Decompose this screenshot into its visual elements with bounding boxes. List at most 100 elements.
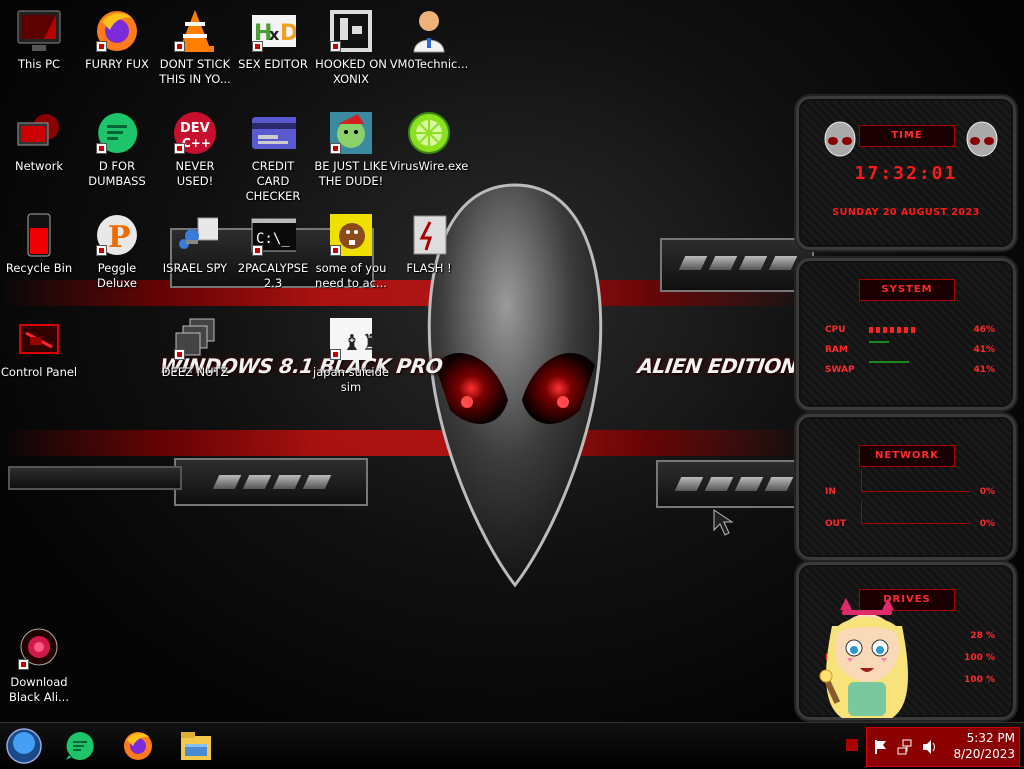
desktop-icon-vm0technic[interactable]: VM0Technic... <box>390 8 468 72</box>
icon-label: SEX EDITOR <box>238 57 308 71</box>
volume-icon[interactable] <box>921 739 939 755</box>
taskbar-firefox[interactable] <box>120 728 156 764</box>
desktop-icon-d-for-dumbass[interactable]: D FOR DUMBASS <box>78 110 156 189</box>
wallpaper-plate-top-right <box>660 238 814 292</box>
drive-value: 100 % <box>964 675 995 685</box>
desktop-icon-recycle-bin[interactable]: Recycle Bin <box>0 212 78 276</box>
start-button[interactable] <box>6 728 42 764</box>
desktop-icon-deez-nutz[interactable]: DEEZ NUTZ <box>156 316 234 380</box>
network-in-label: IN <box>825 487 836 497</box>
swap-value: 41% <box>973 365 995 375</box>
desktop-icon-this-pc[interactable]: This PC <box>0 8 78 72</box>
control-panel-icon <box>16 316 62 362</box>
desktop-icon-peggle-deluxe[interactable]: P Peggle Deluxe <box>78 212 156 291</box>
icon-label: HOOKED ON XONIX <box>315 57 387 86</box>
icon-label: Recycle Bin <box>5 261 73 275</box>
cpu-label: CPU <box>825 325 846 335</box>
network-gadget[interactable]: NETWORK IN 0% OUT 0% <box>796 414 1016 560</box>
cartoon-girl-mascot[interactable] <box>812 596 922 722</box>
icon-label: FURRY FUX <box>85 57 149 71</box>
swap-label: SWAP <box>825 365 855 375</box>
ram-value: 41% <box>973 345 995 355</box>
system-gadget[interactable]: SYSTEM CPU 46% RAM 41% SWAP 41% <box>796 258 1016 410</box>
taskbar-green-chat[interactable] <box>62 728 98 764</box>
network-status-icon[interactable] <box>897 739 915 755</box>
desktop-icon-network[interactable]: Network <box>0 110 78 174</box>
peggle-icon: P <box>94 212 140 258</box>
icon-label: FLASH ! <box>406 261 452 275</box>
icon-label: CREDIT CARD CHECKER <box>245 159 301 203</box>
desktop-icon-furry-fux[interactable]: FURRY FUX <box>78 8 156 72</box>
desktop-icon-dont-stick[interactable]: DONT STICK THIS IN YO... <box>156 8 234 87</box>
icon-label: DONT STICK THIS IN YO... <box>159 57 231 86</box>
time-gadget[interactable]: TIME 17:32:01 SUNDAY 20 AUGUST 2023 <box>796 96 1016 250</box>
hxd-editor-icon: HxD <box>250 8 296 54</box>
icon-label: BE JUST LIKE THE DUDE! <box>314 159 388 188</box>
tray-date: 8/20/2023 <box>953 747 1015 761</box>
elf-face-icon <box>328 110 374 156</box>
network-icon <box>16 110 62 156</box>
svg-text:DEV: DEV <box>180 121 210 136</box>
network-out-graph <box>861 501 970 524</box>
ram-graph <box>869 341 889 343</box>
computer-icon <box>16 8 62 54</box>
beaver-icon <box>328 212 374 258</box>
tray-clock[interactable]: 5:32 PM 8/20/2023 <box>945 730 1015 762</box>
file-explorer-icon <box>181 732 211 760</box>
desktop-icon-2pacalypse[interactable]: C:\_ 2PACALYPSE 2.3 <box>234 212 312 291</box>
flash-icon <box>406 212 452 258</box>
drive-value: 28 % <box>970 631 995 641</box>
terminal-icon: C:\_ <box>250 212 296 258</box>
remote-desktop-icon <box>172 212 218 258</box>
network-out-row: OUT 0% <box>825 501 995 529</box>
network-in-value: 0% <box>979 487 995 497</box>
wallpaper-rail-left <box>8 466 182 490</box>
ram-row: RAM 41% <box>825 341 995 355</box>
doctor-icon <box>406 8 452 54</box>
cpu-bar <box>869 327 917 333</box>
cpu-value: 46% <box>973 325 995 335</box>
desktop-icon-some-of-you[interactable]: some of you need to ac... <box>312 212 390 291</box>
dev-cpp-icon: DEV C++ <box>172 110 218 156</box>
desktop-icon-sex-editor[interactable]: HxD SEX EDITOR <box>234 8 312 72</box>
cpu-row: CPU 46% <box>825 325 995 335</box>
network-out-label: OUT <box>825 519 847 529</box>
network-in-graph <box>861 469 970 492</box>
icon-label: This PC <box>17 57 61 71</box>
mouse-cursor <box>713 509 734 536</box>
network-in-row: IN 0% <box>825 469 995 497</box>
desktop-icon-flash[interactable]: FLASH ! <box>390 212 468 276</box>
desktop-icon-control-panel[interactable]: Control Panel <box>0 316 78 380</box>
desktop-icon-hooked-on-xonix[interactable]: HOOKED ON XONIX <box>312 8 390 87</box>
desktop-icon-japan-suicide-sim[interactable]: ♝♜ japan suicide sim <box>312 316 390 395</box>
alien-download-icon <box>16 626 62 672</box>
swap-row: SWAP 41% <box>825 361 995 375</box>
icon-label: 2PACALYPSE 2.3 <box>237 261 309 290</box>
desktop-icon-never-used[interactable]: DEV C++ NEVER USED! <box>156 110 234 189</box>
desktop: WINDOWS 8.1 BLACK PRO ALIEN EDITION 20 T… <box>0 0 1024 722</box>
desktop-icon-viruswire[interactable]: VirusWire.exe <box>390 110 468 174</box>
taskbar-file-explorer[interactable] <box>178 728 214 764</box>
wallpaper-plate-bottom-left <box>174 458 368 506</box>
desktop-icon-download-black-alien[interactable]: Download Black Ali... <box>0 626 78 705</box>
drive-value: 100 % <box>964 653 995 663</box>
swap-graph <box>869 361 909 363</box>
firefox-icon <box>124 732 152 760</box>
network-out-value: 0% <box>979 519 995 529</box>
system-gadget-title: SYSTEM <box>859 279 955 301</box>
vlc-icon <box>172 8 218 54</box>
firefox-icon <box>94 8 140 54</box>
xonix-game-icon <box>328 8 374 54</box>
desktop-icon-be-just-like-the-dude[interactable]: BE JUST LIKE THE DUDE! <box>312 110 390 189</box>
icon-label: Peggle Deluxe <box>97 261 137 290</box>
green-chat-icon <box>94 110 140 156</box>
show-hidden-icons-button[interactable] <box>846 739 858 751</box>
alien-head-icon <box>966 121 998 157</box>
desktop-icon-israel-spy[interactable]: ISRAEL SPY <box>156 212 234 276</box>
credit-card-icon <box>250 110 296 156</box>
icon-label: NEVER USED! <box>175 159 215 188</box>
start-orb-icon <box>6 728 42 764</box>
alien-head-icon <box>824 121 856 157</box>
action-center-flag-icon[interactable] <box>873 739 889 755</box>
desktop-icon-credit-card-checker[interactable]: CREDIT CARD CHECKER <box>234 110 312 204</box>
